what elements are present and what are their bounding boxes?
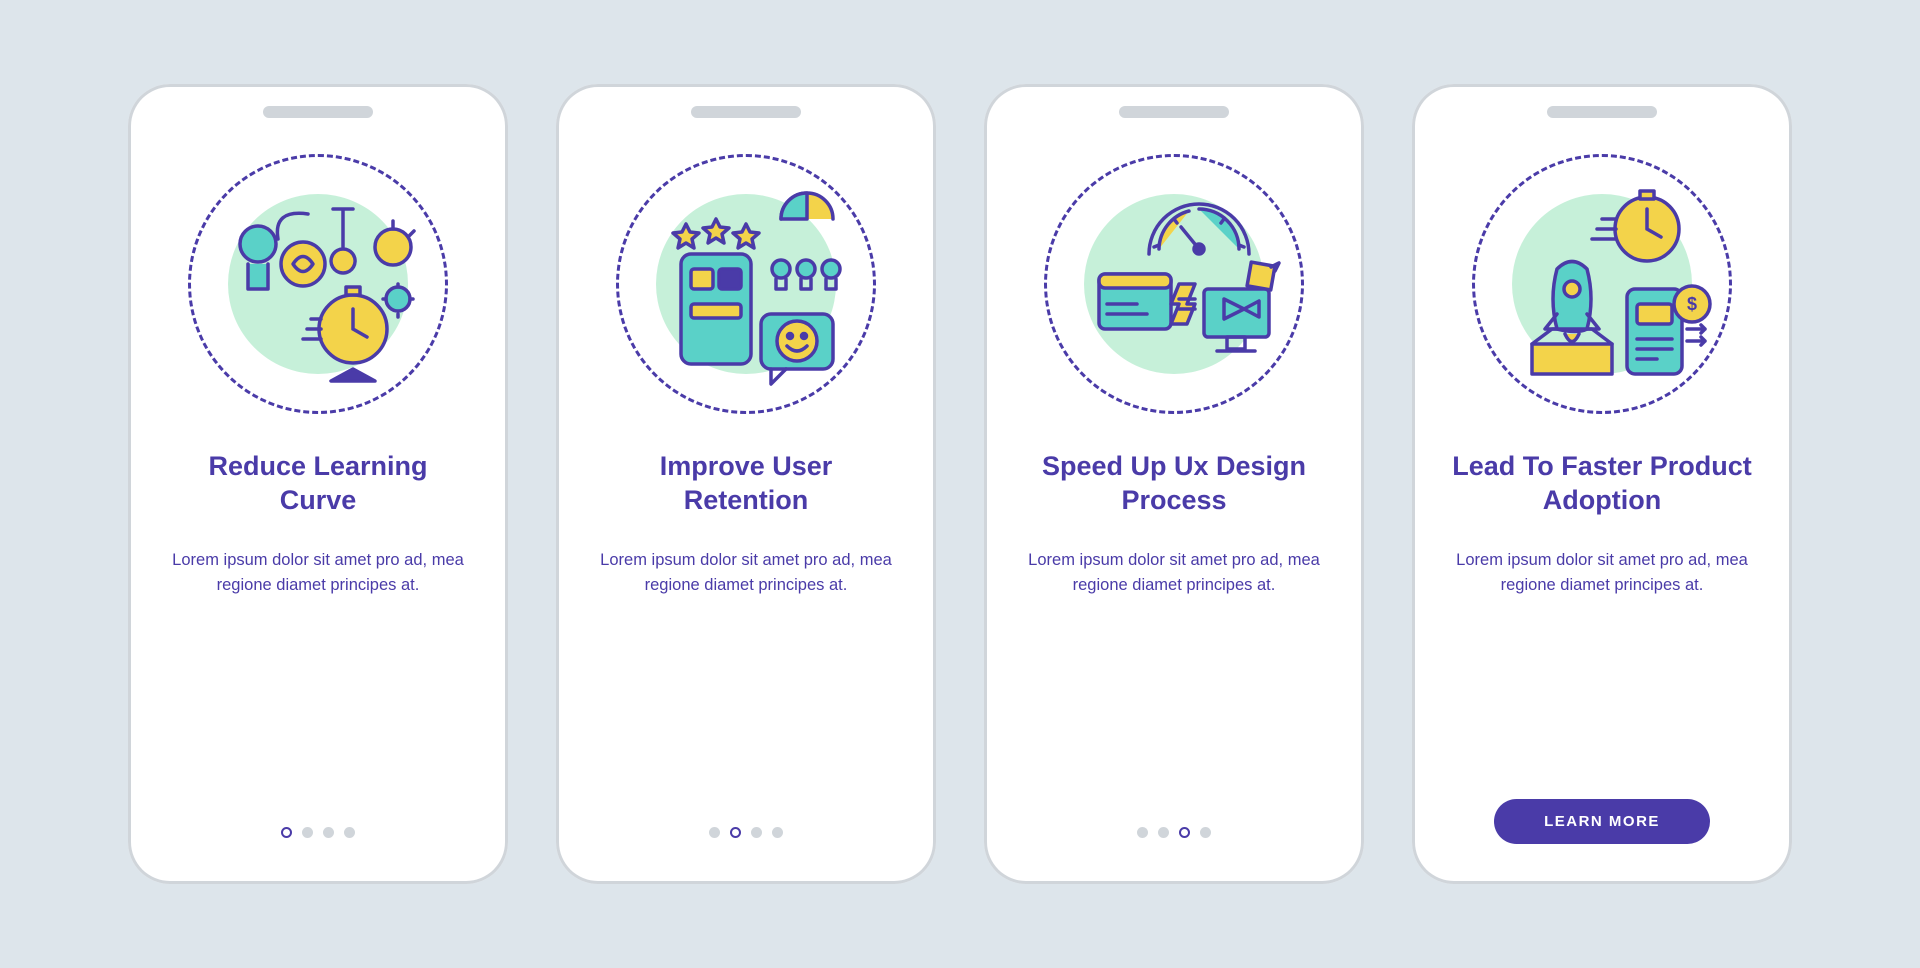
dot[interactable] [1137, 827, 1148, 838]
notch [263, 106, 373, 118]
dot[interactable] [302, 827, 313, 838]
illustration-wrap [1044, 154, 1304, 414]
dot-active[interactable] [1179, 827, 1190, 838]
pagination-dots [281, 827, 355, 838]
dot[interactable] [323, 827, 334, 838]
phone-mockup-3: Speed Up Ux Design Process Lorem ipsum d… [984, 84, 1364, 884]
illustration-wrap [188, 154, 448, 414]
dot[interactable] [709, 827, 720, 838]
learn-more-button[interactable]: LEARN MORE [1494, 799, 1710, 844]
illustration-wrap [616, 154, 876, 414]
screen-title: Reduce Learning Curve [158, 450, 478, 518]
screen-title: Improve User Retention [586, 450, 906, 518]
dot[interactable] [751, 827, 762, 838]
pagination-dots [1137, 827, 1211, 838]
idea-learning-stopwatch-icon [203, 169, 433, 399]
notch [1119, 106, 1229, 118]
phone-mockup-4: $ Lead To Faster Product Adoption Lorem … [1412, 84, 1792, 884]
illustration-wrap: $ [1472, 154, 1732, 414]
dot-active[interactable] [730, 827, 741, 838]
screen-description: Lorem ipsum dolor sit amet pro ad, mea r… [1014, 548, 1334, 828]
phone-mockup-2: Improve User Retention Lorem ipsum dolor… [556, 84, 936, 884]
dot[interactable] [1200, 827, 1211, 838]
onboarding-screens-row: Reduce Learning Curve Lorem ipsum dolor … [128, 84, 1792, 884]
dot[interactable] [772, 827, 783, 838]
notch [1547, 106, 1657, 118]
dot[interactable] [1158, 827, 1169, 838]
screen-description: Lorem ipsum dolor sit amet pro ad, mea r… [1442, 548, 1762, 800]
phone-mockup-1: Reduce Learning Curve Lorem ipsum dolor … [128, 84, 508, 884]
screen-description: Lorem ipsum dolor sit amet pro ad, mea r… [586, 548, 906, 828]
pagination-dots [709, 827, 783, 838]
screen-title: Speed Up Ux Design Process [1014, 450, 1334, 518]
rocket-clock-money-launch-icon: $ [1487, 169, 1717, 399]
notch [691, 106, 801, 118]
screen-description: Lorem ipsum dolor sit amet pro ad, mea r… [158, 548, 478, 828]
svg-text:$: $ [1687, 294, 1697, 314]
screen-title: Lead To Faster Product Adoption [1442, 450, 1762, 518]
dot[interactable] [344, 827, 355, 838]
gauge-hourglass-process-icon [1059, 169, 1289, 399]
dot-active[interactable] [281, 827, 292, 838]
stars-rating-smile-feedback-icon [631, 169, 861, 399]
